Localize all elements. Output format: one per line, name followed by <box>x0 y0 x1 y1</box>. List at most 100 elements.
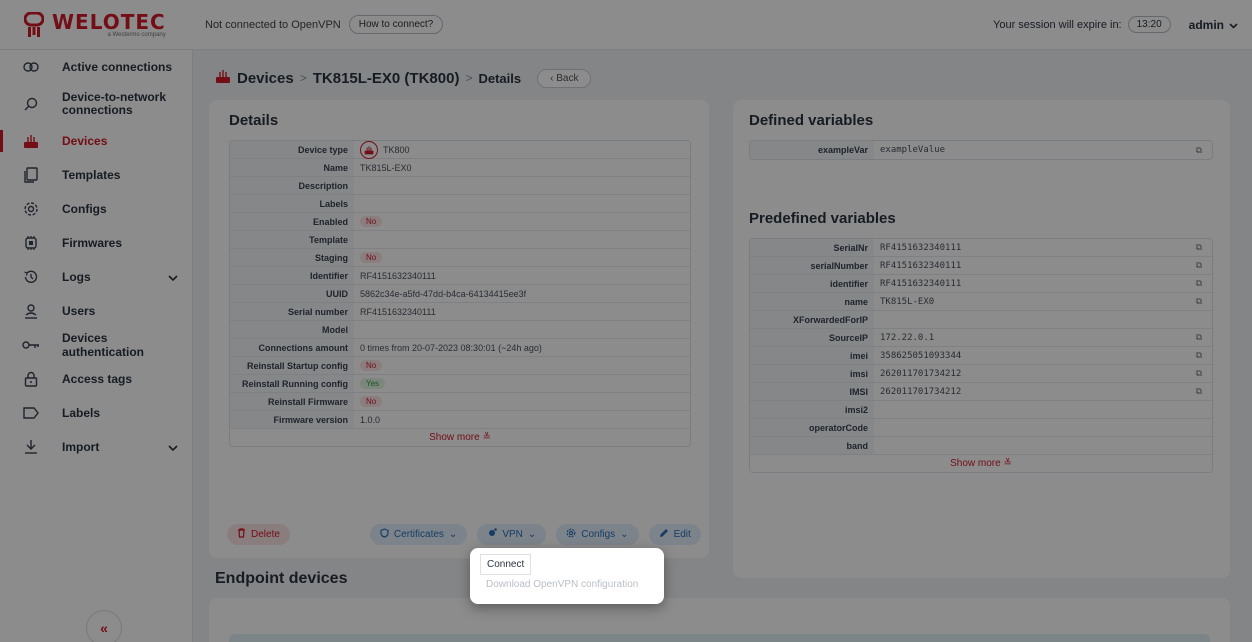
vpn-status-text: Not connected to OpenVPN <box>205 18 341 31</box>
sidebar-item-templates[interactable]: Templates <box>0 158 192 192</box>
endpoint-devices-card <box>209 598 1230 642</box>
configs-button[interactable]: Configs ⌄ <box>556 524 639 545</box>
variable-key: IMSI <box>750 383 874 400</box>
sidebar-item-label: Access tags <box>62 372 133 386</box>
variable-key: exampleVar <box>750 141 874 159</box>
double-chevron-left-icon: « <box>100 620 108 636</box>
details-title: Details <box>229 112 279 129</box>
download-openvpn-config-menu-item[interactable]: Download OpenVPN configuration <box>480 575 654 594</box>
copy-icon[interactable]: ⧉ <box>1196 242 1202 253</box>
back-button-label: Back <box>556 72 579 84</box>
gear-icon <box>566 528 576 541</box>
copy-icon[interactable]: ⧉ <box>1196 332 1202 343</box>
sidebar-item-firmwares[interactable]: Firmwares <box>0 226 192 260</box>
logo-subtitle: a Westermo company <box>107 31 166 38</box>
import-icon <box>22 438 40 456</box>
variable-key: imei <box>750 347 874 364</box>
show-more-button[interactable]: Show more ≚ <box>230 429 690 446</box>
connect-menu-item[interactable]: Connect <box>480 554 532 575</box>
copy-icon[interactable]: ⧉ <box>1196 386 1202 397</box>
details-card: Details Device type TK800 Name TK815L-EX0 De… <box>209 100 709 558</box>
details-value: No <box>360 216 383 227</box>
breadcrumb-device-link[interactable]: TK815L-EX0 (TK800) <box>313 70 460 87</box>
session-timer: 13:20 <box>1127 16 1171 33</box>
sidebar-item-configs[interactable]: Configs <box>0 192 192 226</box>
copy-icon[interactable]: ⧉ <box>1196 145 1202 156</box>
sidebar-item-label: Devices <box>62 134 108 148</box>
copy-icon[interactable]: ⧉ <box>1196 296 1202 307</box>
user-menu[interactable]: admin <box>1189 18 1238 32</box>
variable-key: SerialNr <box>750 239 874 256</box>
defined-variable-row: exampleVar exampleValue ⧉ <box>750 141 1212 159</box>
details-row: UUID 5862c34e-a5fd-47dd-b4ca-64134415ee3f <box>230 285 690 303</box>
details-value: 1.0.0 <box>360 414 381 425</box>
pencil-icon <box>659 528 669 541</box>
double-chevron-down-icon: ≚ <box>482 432 491 443</box>
variable-value: 262011701734212 <box>880 368 962 379</box>
double-chevron-down-icon: ≚ <box>1003 458 1012 469</box>
edit-label: Edit <box>673 529 691 540</box>
logo-wordmark: WELOTEC <box>52 9 166 34</box>
predefined-variable-row: imei 358625051093344 ⧉ <box>750 347 1212 365</box>
show-more-button[interactable]: Show more ≚ <box>750 455 1212 472</box>
copy-icon <box>22 166 40 184</box>
chevron-down-icon: ⌄ <box>527 529 537 540</box>
copy-icon[interactable]: ⧉ <box>1196 350 1202 361</box>
predefined-variable-row: SerialNr RF4151632340111 ⧉ <box>750 239 1212 257</box>
breadcrumb-devices-link[interactable]: Devices <box>237 70 294 87</box>
collapse-sidebar-button[interactable]: « <box>86 610 122 642</box>
delete-label: Delete <box>251 529 280 540</box>
copy-icon[interactable]: ⧉ <box>1196 368 1202 379</box>
user-icon <box>22 302 40 320</box>
details-value: 0 times from 20-07-2023 08:30:01 (~24h a… <box>360 342 542 353</box>
sidebar-item-devices-authentication[interactable]: Devices authentication <box>0 328 192 362</box>
welotec-logo[interactable]: WELOTEC a Westermo company <box>0 0 193 50</box>
delete-button[interactable]: Delete <box>227 524 290 545</box>
defined-variables-title: Defined variables <box>749 112 874 129</box>
predefined-variable-row: imsi2 <box>750 401 1212 419</box>
sidebar-item-logs[interactable]: Logs <box>0 260 192 294</box>
details-key: Reinstall Running config <box>230 375 354 392</box>
sidebar-item-import[interactable]: Import <box>0 430 192 464</box>
sidebar-item-active-connections[interactable]: Active connections <box>0 50 192 84</box>
vpn-label: VPN <box>502 529 523 540</box>
search-network-icon <box>22 95 40 113</box>
details-value-cell: TK815L-EX0 <box>354 159 690 176</box>
certificates-button[interactable]: Certificates ⌄ <box>369 524 468 545</box>
copy-icon[interactable]: ⧉ <box>1196 260 1202 271</box>
chevron-down-icon <box>168 440 178 454</box>
details-key: Labels <box>230 195 354 212</box>
details-row: Reinstall Startup config No <box>230 357 690 375</box>
sidebar-item-labels[interactable]: Labels <box>0 396 192 430</box>
sidebar-item-access-tags[interactable]: Access tags <box>0 362 192 396</box>
variable-key: operatorCode <box>750 419 874 436</box>
session-label: Your session will expire in: <box>993 18 1122 31</box>
predefined-variable-row: band <box>750 437 1212 455</box>
variable-value-cell: RF4151632340111 ⧉ <box>874 275 1212 292</box>
variable-value: RF4151632340111 <box>880 242 962 253</box>
details-value-cell: No <box>354 357 690 374</box>
copy-icon[interactable]: ⧉ <box>1196 278 1202 289</box>
sidebar-item-device-to-network[interactable]: Device-to-network connections <box>0 84 192 124</box>
variable-value: TK815L-EX0 <box>880 296 935 307</box>
variable-value: 172.22.0.1 <box>880 332 935 343</box>
vpn-dropdown-menu: Connect Download OpenVPN configuration <box>470 548 664 604</box>
edit-button[interactable]: Edit <box>648 524 701 545</box>
details-key: Serial number <box>230 303 354 320</box>
details-key: Enabled <box>230 213 354 230</box>
sidebar-item-users[interactable]: Users <box>0 294 192 328</box>
details-row: Serial number RF4151632340111 <box>230 303 690 321</box>
details-value-cell <box>354 231 690 248</box>
shield-icon <box>380 528 389 541</box>
logo-mark-icon <box>23 11 45 38</box>
details-row: Enabled No <box>230 213 690 231</box>
how-to-connect-button[interactable]: How to connect? <box>348 15 444 34</box>
sidebar-item-devices[interactable]: Devices <box>0 124 192 158</box>
router-icon <box>215 68 231 88</box>
details-key: Firmware version <box>230 411 354 428</box>
vpn-button[interactable]: VPN ⌄ <box>477 524 547 545</box>
details-key: Reinstall Firmware <box>230 393 354 410</box>
variable-key: XForwardedForIP <box>750 311 874 328</box>
details-row: Labels <box>230 195 690 213</box>
back-button[interactable]: ‹ Back <box>537 68 592 88</box>
